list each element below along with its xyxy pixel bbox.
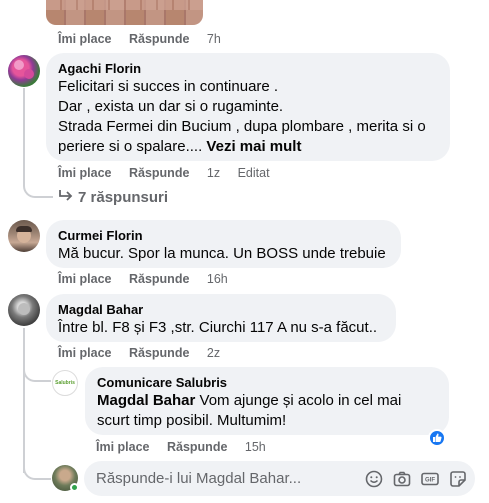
reply-text: Magdal Bahar Vom ajunge și acolo in cel … (97, 391, 437, 411)
view-replies-link[interactable]: 7 răspunsuri (58, 188, 168, 208)
comment-line: Dar , exista un dar si o rugaminte. (58, 98, 284, 115)
emoji-icon[interactable] (364, 469, 384, 489)
reply-bubble: Comunicare Salubris Magdal Bahar Vom aju… (85, 367, 449, 435)
thread-line (23, 88, 25, 183)
avatar[interactable] (8, 220, 40, 252)
top-comment-actions: Îmi place Răspunde 7h (58, 31, 235, 47)
reply-actions: Îmi place Răspunde 15h (96, 439, 280, 455)
timestamp[interactable]: 7h (207, 32, 221, 46)
timestamp[interactable]: 16h (207, 272, 228, 286)
camera-icon[interactable] (392, 469, 412, 489)
reply-button[interactable]: Răspunde (129, 346, 189, 360)
thread-line (23, 328, 25, 473)
post-image[interactable] (46, 0, 203, 25)
timestamp[interactable]: 2z (207, 346, 220, 360)
like-button[interactable]: Îmi place (58, 32, 112, 46)
avatar[interactable] (8, 55, 40, 87)
online-status-dot (70, 483, 79, 492)
comment-author[interactable]: Magdal Bahar (58, 302, 384, 318)
reply-text: scurt timp posibil. Multumim! (97, 412, 287, 429)
like-button[interactable]: Îmi place (58, 272, 112, 286)
like-thumb-icon (433, 433, 442, 442)
gif-icon[interactable]: GIF (420, 469, 440, 489)
reply-author[interactable]: Comunicare Salubris (97, 375, 437, 391)
company-avatar[interactable]: Salubris (52, 370, 78, 396)
like-button[interactable]: Îmi place (58, 166, 112, 180)
replies-count[interactable]: 7 răspunsuri (78, 189, 168, 206)
see-more-link[interactable]: Vezi mai mult (206, 138, 301, 155)
reply-button[interactable]: Răspunde (129, 32, 189, 46)
comment-line: Strada Fermei din Bucium , dupa plombare… (58, 118, 426, 135)
timestamp[interactable]: 1z (207, 166, 220, 180)
sticker-icon[interactable] (448, 469, 468, 489)
thread-connector (23, 180, 53, 198)
comment-line-text: periere si o spalare.... (58, 138, 203, 155)
reply-input-box[interactable]: Răspunde-i lui Magdal Bahar... GIF (84, 461, 475, 496)
reply-input[interactable]: Răspunde-i lui Magdal Bahar... (96, 469, 301, 489)
salubris-logo: Salubris (55, 380, 75, 386)
comment-line: periere si o spalare.... Vezi mai mult (58, 137, 438, 157)
comment-bubble: Agachi Florin Felicitari si succes in co… (46, 53, 450, 161)
mention-link[interactable]: Magdal Bahar (97, 392, 195, 409)
like-button[interactable]: Îmi place (58, 346, 112, 360)
svg-text:GIF: GIF (425, 478, 435, 484)
thread-connector (23, 362, 51, 382)
comment-bubble: Curmei Florin Mă bucur. Spor la munca. U… (46, 220, 401, 268)
comment-actions: Îmi place Răspunde 2z (58, 345, 234, 361)
reply-arrow-icon (59, 190, 73, 201)
comment-actions: Îmi place Răspunde 1z Editat (58, 165, 284, 181)
like-reaction-icon[interactable] (428, 429, 446, 447)
comment-text: Între bl. F8 și F3 ,str. Ciurchi 117 A n… (58, 319, 378, 336)
timestamp[interactable]: 15h (245, 440, 266, 454)
reply-button[interactable]: Răspunde (167, 440, 227, 454)
like-button[interactable]: Îmi place (96, 440, 150, 454)
edited-label: Editat (237, 166, 270, 180)
thread-connector (23, 462, 51, 480)
comment-line: Felicitari si succes in continuare . (58, 78, 279, 95)
comment-bubble: Magdal Bahar Între bl. F8 și F3 ,str. Ci… (46, 294, 396, 342)
reply-text-part: Vom ajunge și acolo in cel mai (195, 392, 402, 409)
reply-button[interactable]: Răspunde (129, 166, 189, 180)
reply-button[interactable]: Răspunde (129, 272, 189, 286)
avatar[interactable] (8, 294, 40, 326)
comment-text: Mă bucur. Spor la munca. Un BOSS unde tr… (58, 245, 386, 262)
comment-actions: Îmi place Răspunde 16h (58, 271, 242, 287)
comment-author[interactable]: Agachi Florin (58, 61, 438, 77)
comment-author[interactable]: Curmei Florin (58, 228, 389, 244)
